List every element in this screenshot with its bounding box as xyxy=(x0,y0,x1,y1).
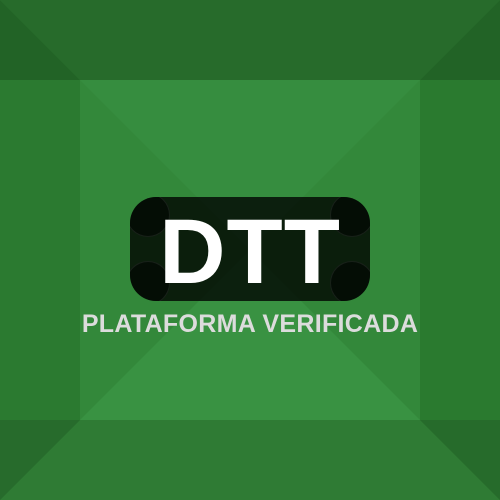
verified-platform-badge: DTT PLATAFORMA VERIFICADA xyxy=(0,0,500,500)
tagline: PLATAFORMA VERIFICADA xyxy=(81,310,419,338)
logo-box: DTT xyxy=(130,197,370,301)
logo-text: DTT xyxy=(159,201,341,301)
